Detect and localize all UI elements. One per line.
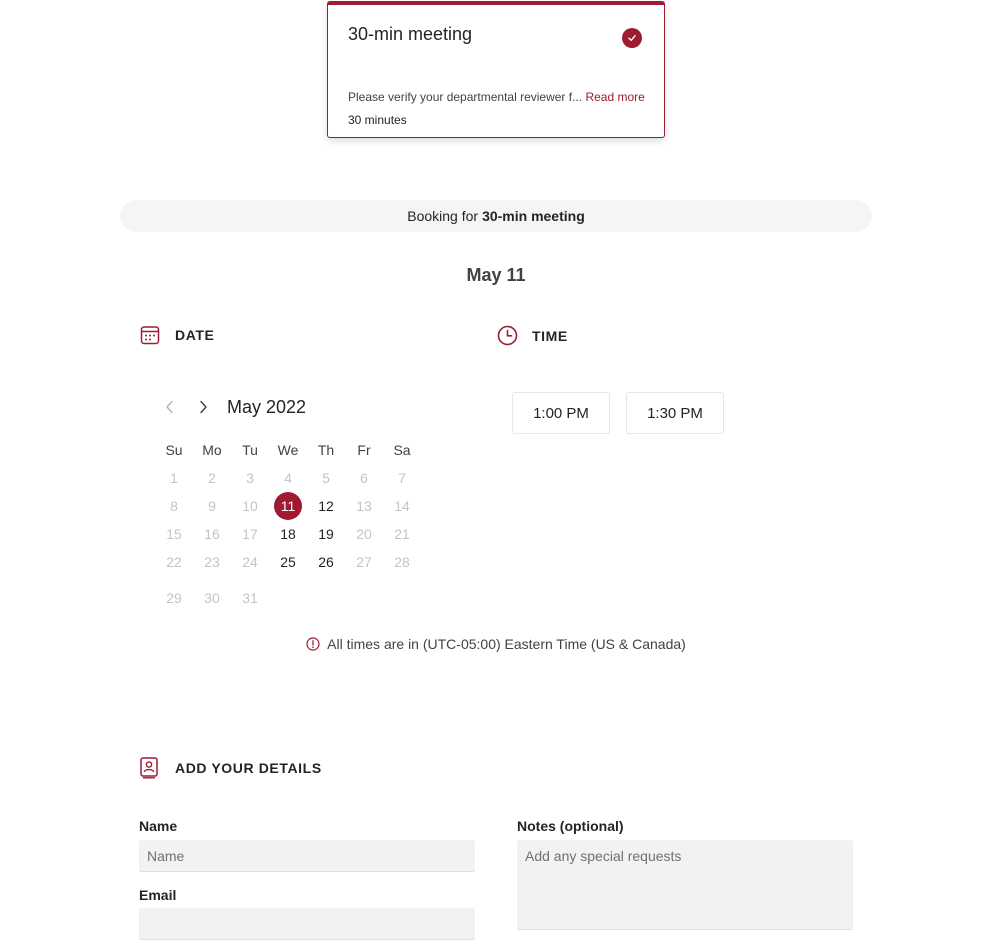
time-section-header: TIME <box>497 325 568 346</box>
calendar-day-disabled: 6 <box>360 470 368 486</box>
calendar-day-disabled: 22 <box>166 554 182 570</box>
checkmark-icon <box>622 28 642 48</box>
calendar-week-row: 15 16 17 18 19 20 21 <box>155 520 421 548</box>
weekday-label: We <box>277 442 299 458</box>
next-month-button[interactable] <box>194 398 212 416</box>
weekday-label: Tu <box>242 442 258 458</box>
weekday-label: Fr <box>357 442 371 458</box>
service-card[interactable]: 30-min meeting Please verify your depart… <box>327 1 665 138</box>
calendar-day-disabled: 30 <box>204 590 220 606</box>
calendar-day-disabled: 29 <box>166 590 182 606</box>
calendar-day-disabled: 4 <box>284 470 292 486</box>
calendar-day-disabled: 5 <box>322 470 330 486</box>
prev-month-button[interactable] <box>161 398 179 416</box>
calendar-icon <box>140 325 160 345</box>
email-input[interactable] <box>139 908 475 940</box>
calendar-day-disabled: 24 <box>242 554 258 570</box>
time-slot-button[interactable]: 1:30 PM <box>626 392 724 434</box>
calendar-day-available[interactable]: 26 <box>307 554 345 570</box>
booking-summary-bar: Booking for 30-min meeting <box>120 200 872 232</box>
calendar-day-disabled: 3 <box>246 470 254 486</box>
weekday-header-row: Su Mo Tu We Th Fr Sa <box>155 436 421 464</box>
calendar-day-disabled: 21 <box>394 526 410 542</box>
calendar-week-row: 22 23 24 25 26 27 28 <box>155 548 421 576</box>
chevron-left-icon <box>166 400 173 414</box>
read-more-link[interactable]: Read more <box>585 90 644 104</box>
weekday-label: Sa <box>393 442 411 458</box>
calendar-grid: Su Mo Tu We Th Fr Sa 1 2 3 4 5 6 7 8 9 10 11 12 13 14 15 16 17 1… <box>155 436 421 612</box>
calendar-day-available[interactable]: 19 <box>307 526 345 542</box>
calendar-day-disabled: 15 <box>166 526 182 542</box>
contact-card-icon <box>140 757 158 779</box>
details-section-header: ADD YOUR DETAILS <box>140 757 322 779</box>
details-section-label: ADD YOUR DETAILS <box>175 760 322 776</box>
service-title: 30-min meeting <box>348 24 473 44</box>
calendar-day-disabled: 16 <box>204 526 220 542</box>
calendar-day-disabled: 13 <box>356 498 372 514</box>
booking-service-name: 30-min meeting <box>482 208 585 224</box>
calendar-day-disabled: 1 <box>170 470 178 486</box>
calendar-day-disabled: 10 <box>242 498 258 514</box>
calendar-day-disabled: 20 <box>356 526 372 542</box>
date-section-label: DATE <box>175 327 215 343</box>
calendar-day-disabled: 31 <box>242 590 258 606</box>
time-section-label: TIME <box>532 327 568 344</box>
weekday-label: Su <box>165 442 183 458</box>
name-input[interactable] <box>139 840 475 872</box>
booking-prefix: Booking for <box>407 208 479 224</box>
calendar-day-disabled: 28 <box>394 554 410 570</box>
clock-icon <box>497 325 518 346</box>
time-slot-button[interactable]: 1:00 PM <box>512 392 610 434</box>
calendar-week-row: 1 2 3 4 5 6 7 <box>155 464 421 492</box>
calendar-week-row: 8 9 10 11 12 13 14 <box>155 492 421 520</box>
info-icon <box>306 637 320 651</box>
weekday-label: Mo <box>202 442 222 458</box>
calendar-day-number: 11 <box>274 492 302 520</box>
timezone-note: All times are in (UTC-05:00) Eastern Tim… <box>0 636 992 652</box>
calendar-day-disabled: 23 <box>204 554 220 570</box>
calendar-day-selected[interactable]: 11 <box>269 492 307 520</box>
selected-date-heading: May 11 <box>466 265 526 285</box>
service-description-text: Please verify your departmental reviewer… <box>348 90 583 104</box>
calendar-day-available[interactable]: 25 <box>269 554 307 570</box>
timezone-text: All times are in (UTC-05:00) Eastern Tim… <box>327 636 686 652</box>
service-description: Please verify your departmental reviewer… <box>348 90 645 104</box>
calendar-day-disabled: 8 <box>170 498 178 514</box>
calendar-week-row: 29 30 31 <box>155 584 421 612</box>
calendar-day-disabled: 27 <box>356 554 372 570</box>
email-label: Email <box>139 887 177 903</box>
calendar-day-disabled: 9 <box>208 498 216 514</box>
notes-textarea[interactable] <box>517 840 853 930</box>
date-section-header: DATE <box>140 325 214 345</box>
notes-label: Notes (optional) <box>517 818 624 834</box>
calendar-day-disabled: 7 <box>398 470 406 486</box>
calendar-day-disabled: 17 <box>242 526 258 542</box>
service-duration: 30 minutes <box>348 113 407 127</box>
name-label: Name <box>139 818 178 834</box>
chevron-right-icon <box>200 400 207 414</box>
calendar-day-disabled: 14 <box>394 498 410 514</box>
weekday-label: Th <box>317 442 335 458</box>
calendar-month-label: May 2022 <box>227 397 307 417</box>
calendar-day-disabled: 2 <box>208 470 216 486</box>
calendar-day-available[interactable]: 18 <box>269 526 307 542</box>
calendar-day-available[interactable]: 12 <box>307 498 345 514</box>
